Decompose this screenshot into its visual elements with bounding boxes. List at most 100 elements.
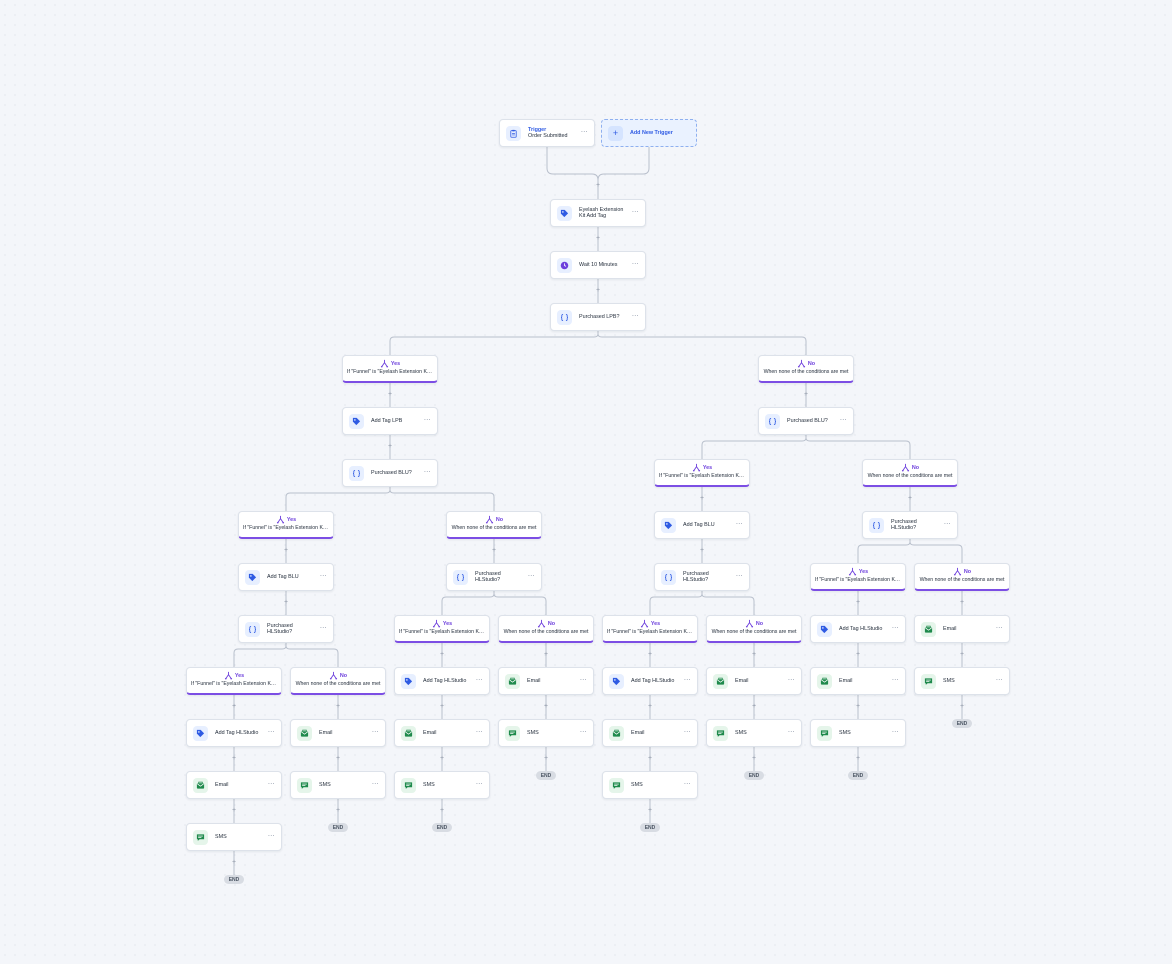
more-options-icon[interactable]: ⋯ [892, 677, 899, 684]
step-node[interactable]: SMS ⋯ [394, 771, 490, 799]
step-node[interactable]: Add Tag HLStudio ⋯ [810, 615, 906, 643]
branch-no[interactable]: No When none of the conditions are met [758, 355, 854, 383]
add-step-button[interactable]: + [906, 495, 914, 503]
branch-yes[interactable]: Yes If "Funnel" is "Eyelash Extension Kit… [654, 459, 750, 487]
more-options-icon[interactable]: ⋯ [996, 625, 1003, 632]
branch-yes[interactable]: Yes If "Funnel" is "Eyelash Extension Kit… [394, 615, 490, 643]
more-options-icon[interactable]: ⋯ [320, 573, 327, 580]
more-options-icon[interactable]: ⋯ [372, 729, 379, 736]
branch-no[interactable]: No When none of the conditions are met [446, 511, 542, 539]
step-node[interactable]: Email ⋯ [914, 615, 1010, 643]
branch-no[interactable]: No When none of the conditions are met [862, 459, 958, 487]
workflow-canvas[interactable]: Trigger Order Submitted ⋯ + Add New Trigger +… [0, 0, 1172, 964]
add-step-button[interactable]: + [594, 287, 602, 295]
branch-yes[interactable]: Yes If "Funnel" is "Eyelash Extension Kit… [186, 667, 282, 695]
step-node[interactable]: Wait 10 Minutes ⋯ [550, 251, 646, 279]
more-options-icon[interactable]: ⋯ [476, 729, 483, 736]
more-options-icon[interactable]: ⋯ [840, 417, 847, 424]
add-step-button[interactable]: + [386, 443, 394, 451]
more-options-icon[interactable]: ⋯ [581, 129, 588, 136]
add-step-button[interactable]: + [230, 755, 238, 763]
step-node[interactable]: Purchased HLStudio? ⋯ [238, 615, 334, 643]
trigger-node[interactable]: Trigger Order Submitted ⋯ [499, 119, 595, 147]
branch-yes[interactable]: Yes If "Funnel" is "Eyelash Extension Kit… [810, 563, 906, 591]
add-step-button[interactable]: + [802, 391, 810, 399]
add-step-button[interactable]: + [230, 859, 238, 867]
add-step-button[interactable]: + [958, 599, 966, 607]
add-step-button[interactable]: + [438, 651, 446, 659]
step-node[interactable]: SMS ⋯ [186, 823, 282, 851]
step-node[interactable]: Email ⋯ [394, 719, 490, 747]
add-step-button[interactable]: + [542, 703, 550, 711]
step-node[interactable]: Email ⋯ [290, 719, 386, 747]
step-node[interactable]: Purchased BLU? ⋯ [342, 459, 438, 487]
step-node[interactable]: Add Tag BLU ⋯ [238, 563, 334, 591]
branch-no[interactable]: No When none of the conditions are met [914, 563, 1010, 591]
step-node[interactable]: Add Tag HLStudio ⋯ [394, 667, 490, 695]
step-node[interactable]: SMS ⋯ [290, 771, 386, 799]
add-step-button[interactable]: + [854, 703, 862, 711]
add-step-button[interactable]: + [594, 235, 602, 243]
more-options-icon[interactable]: ⋯ [736, 521, 743, 528]
more-options-icon[interactable]: ⋯ [528, 573, 535, 580]
add-step-button[interactable]: + [282, 547, 290, 555]
step-node[interactable]: Email ⋯ [602, 719, 698, 747]
more-options-icon[interactable]: ⋯ [684, 729, 691, 736]
add-step-button[interactable]: + [334, 807, 342, 815]
add-step-button[interactable]: + [646, 703, 654, 711]
step-node[interactable]: SMS ⋯ [914, 667, 1010, 695]
step-node[interactable]: Email ⋯ [186, 771, 282, 799]
add-new-trigger-button[interactable]: + Add New Trigger [601, 119, 697, 147]
step-node[interactable]: Add Tag HLStudio ⋯ [186, 719, 282, 747]
step-node[interactable]: Email ⋯ [810, 667, 906, 695]
step-node[interactable]: Add Tag BLU ⋯ [654, 511, 750, 539]
more-options-icon[interactable]: ⋯ [684, 781, 691, 788]
more-options-icon[interactable]: ⋯ [788, 729, 795, 736]
more-options-icon[interactable]: ⋯ [372, 781, 379, 788]
more-options-icon[interactable]: ⋯ [996, 677, 1003, 684]
step-node[interactable]: Add Tag HLStudio ⋯ [602, 667, 698, 695]
step-node[interactable]: SMS ⋯ [602, 771, 698, 799]
more-options-icon[interactable]: ⋯ [476, 677, 483, 684]
branch-yes[interactable]: Yes If "Funnel" is "Eyelash Extension Kit… [602, 615, 698, 643]
more-options-icon[interactable]: ⋯ [580, 677, 587, 684]
add-step-button[interactable]: + [542, 651, 550, 659]
add-step-button[interactable]: + [958, 703, 966, 711]
add-step-button[interactable]: + [646, 651, 654, 659]
add-step-button[interactable]: + [438, 807, 446, 815]
add-step-button[interactable]: + [854, 651, 862, 659]
add-step-button[interactable]: + [750, 703, 758, 711]
more-options-icon[interactable]: ⋯ [268, 729, 275, 736]
add-step-button[interactable]: + [542, 755, 550, 763]
add-step-button[interactable]: + [334, 703, 342, 711]
add-step-button[interactable]: + [490, 547, 498, 555]
step-node[interactable]: Email ⋯ [498, 667, 594, 695]
add-step-button[interactable]: + [854, 599, 862, 607]
more-options-icon[interactable]: ⋯ [892, 625, 899, 632]
add-step-button[interactable]: + [646, 755, 654, 763]
more-options-icon[interactable]: ⋯ [268, 833, 275, 840]
more-options-icon[interactable]: ⋯ [684, 677, 691, 684]
add-step-button[interactable]: + [698, 547, 706, 555]
more-options-icon[interactable]: ⋯ [632, 313, 639, 320]
branch-no[interactable]: No When none of the conditions are met [706, 615, 802, 643]
add-step-button[interactable]: + [438, 703, 446, 711]
add-step-button[interactable]: + [646, 807, 654, 815]
add-step-button[interactable]: + [438, 755, 446, 763]
more-options-icon[interactable]: ⋯ [268, 781, 275, 788]
more-options-icon[interactable]: ⋯ [424, 417, 431, 424]
more-options-icon[interactable]: ⋯ [424, 469, 431, 476]
step-node[interactable]: Purchased HLStudio? ⋯ [446, 563, 542, 591]
more-options-icon[interactable]: ⋯ [632, 261, 639, 268]
add-step-button[interactable]: + [854, 755, 862, 763]
more-options-icon[interactable]: ⋯ [892, 729, 899, 736]
add-step-button[interactable]: + [334, 755, 342, 763]
more-options-icon[interactable]: ⋯ [944, 521, 951, 528]
step-node[interactable]: SMS ⋯ [706, 719, 802, 747]
branch-no[interactable]: No When none of the conditions are met [498, 615, 594, 643]
more-options-icon[interactable]: ⋯ [476, 781, 483, 788]
step-node[interactable]: Purchased HLStudio? ⋯ [654, 563, 750, 591]
step-node[interactable]: SMS ⋯ [498, 719, 594, 747]
add-step-button[interactable]: + [698, 495, 706, 503]
add-step-button[interactable]: + [750, 755, 758, 763]
